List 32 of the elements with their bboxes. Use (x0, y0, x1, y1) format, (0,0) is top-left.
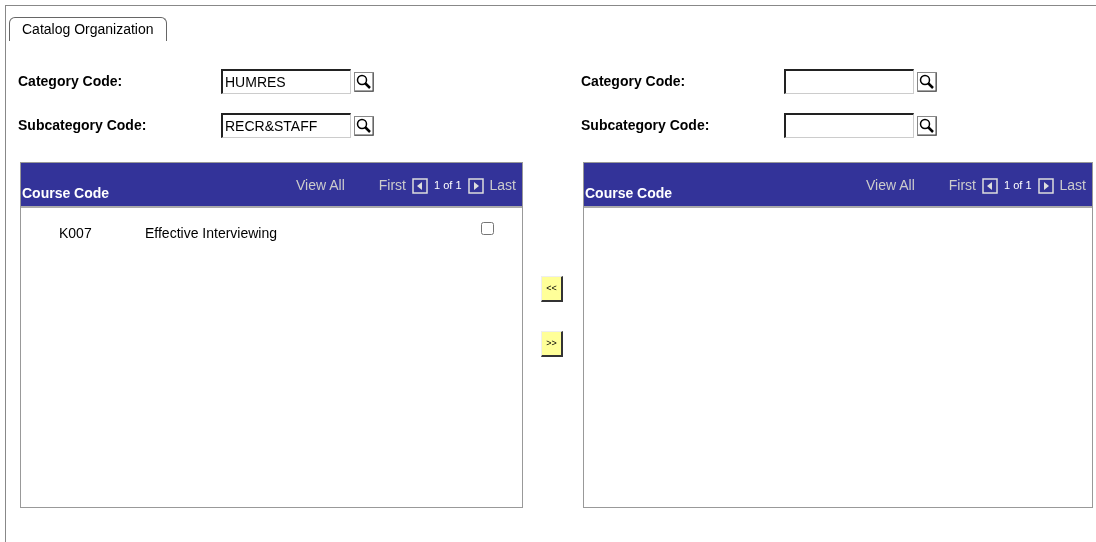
table-cell-text: Effective Interviewing (145, 223, 279, 243)
view-all-link[interactable]: View All (866, 175, 915, 196)
column-header: Course Code (21, 184, 111, 203)
field-label: Subcategory Code: (581, 116, 711, 135)
input-field[interactable] (784, 113, 914, 138)
search-icon[interactable] (917, 71, 937, 92)
move-button[interactable]: >> (541, 331, 563, 357)
field-label: Subcategory Code: (18, 116, 148, 135)
last-link[interactable]: Last (489, 175, 516, 196)
previous-icon[interactable] (982, 177, 998, 194)
next-icon[interactable] (467, 177, 484, 194)
search-icon[interactable] (354, 115, 374, 136)
first-link[interactable]: First (948, 175, 976, 196)
field-label: Category Code: (18, 72, 124, 91)
column-header: Course Code (584, 184, 674, 203)
first-link[interactable]: First (378, 175, 406, 196)
page-counter: 1 of 1 (1004, 178, 1032, 194)
input-field[interactable]: RECR&STAFF (221, 113, 351, 138)
next-icon[interactable] (1037, 177, 1054, 194)
tab[interactable]: Catalog Organization (9, 17, 167, 41)
checkbox[interactable] (481, 221, 494, 235)
input-field[interactable] (784, 69, 914, 94)
search-icon[interactable] (917, 115, 937, 136)
view-all-link[interactable]: View All (296, 175, 345, 196)
input-field[interactable]: HUMRES (221, 69, 351, 94)
move-button[interactable]: << (541, 276, 563, 302)
last-link[interactable]: Last (1059, 175, 1086, 196)
page-counter: 1 of 1 (434, 178, 462, 194)
search-icon[interactable] (354, 71, 374, 92)
field-label: Category Code: (581, 72, 687, 91)
table-cell-text: K007 (59, 223, 93, 243)
previous-icon[interactable] (412, 177, 428, 194)
